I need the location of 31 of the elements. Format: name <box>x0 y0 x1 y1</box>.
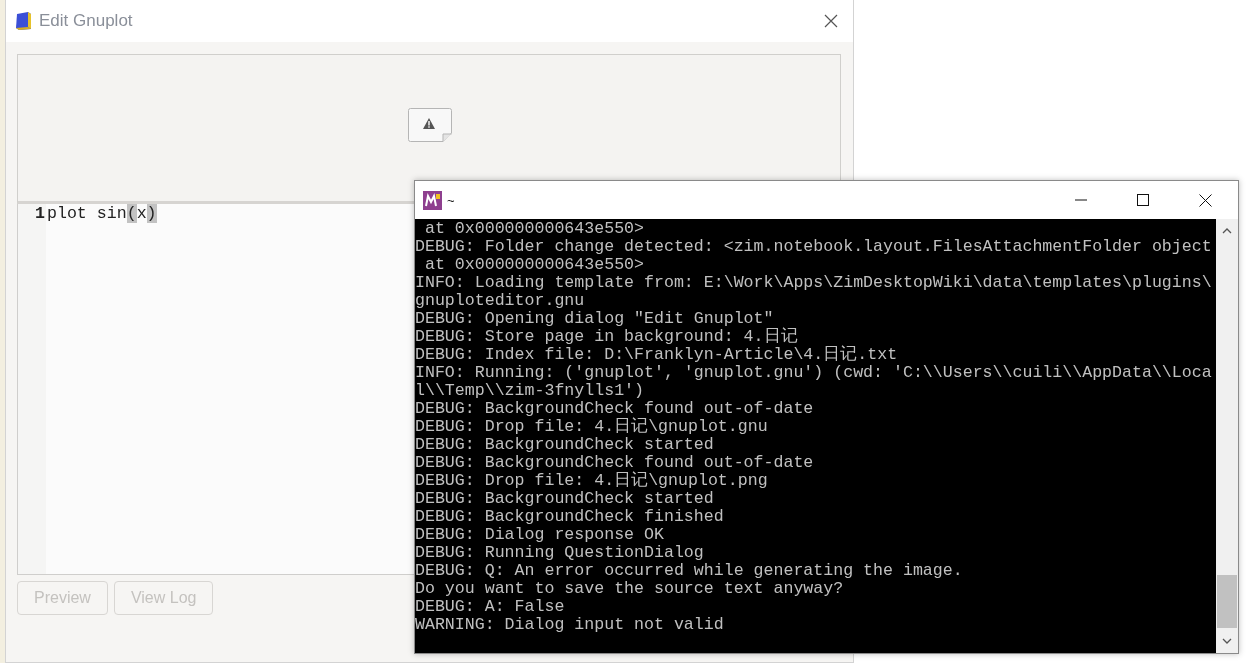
log-line: DEBUG: BackgroundCheck finished <box>415 508 724 526</box>
window-title: Edit Gnuplot <box>39 11 134 31</box>
log-line: at 0x000000000643e550> <box>423 220 645 238</box>
scroll-thumb[interactable] <box>1217 575 1237 628</box>
notebook-icon <box>15 11 33 31</box>
log-line: DEBUG: Dialog response OK <box>415 526 664 544</box>
terminal-app-icon <box>423 190 442 210</box>
close-icon[interactable] <box>824 14 838 28</box>
log-line: DEBUG: BackgroundCheck found out-of-date <box>415 400 814 418</box>
line-number: 1 <box>34 204 46 224</box>
log-line: DEBUG: BackgroundCheck found out-of-date <box>415 454 814 472</box>
log-line: gnuploteditor.gnu <box>415 292 585 310</box>
log-line: DEBUG: Drop file: 4.日记\gnuplot.gnu <box>415 418 768 436</box>
scrollbar[interactable] <box>1216 219 1238 653</box>
log-line: at 0x000000000643e550> <box>423 256 645 274</box>
log-line: DEBUG: Store page in background: 4.日记 <box>415 328 798 346</box>
log-line: DEBUG: Running QuestionDialog <box>415 544 704 562</box>
code-line: plot sin(x) <box>47 204 157 224</box>
log-line: DEBUG: BackgroundCheck started <box>415 436 714 454</box>
scroll-down-icon[interactable] <box>1222 638 1232 644</box>
log-line: WARNING: Dialog input not valid <box>415 616 724 634</box>
log-line: DEBUG: Opening dialog "Edit Gnuplot" <box>415 310 774 328</box>
log-line: DEBUG: Drop file: 4.日记\gnuplot.png <box>415 472 768 490</box>
log-line: DEBUG: BackgroundCheck started <box>415 490 714 508</box>
log-line: Do you want to save the source text anyway? <box>415 580 844 598</box>
scroll-up-icon[interactable] <box>1222 228 1232 234</box>
log-line: DEBUG: A: False <box>415 598 565 616</box>
maximize-icon[interactable] <box>1137 194 1149 206</box>
close-icon[interactable] <box>1199 193 1212 207</box>
broken-image-icon <box>406 107 453 143</box>
log-line: l\\Temp\\zim-3fnylls1') <box>415 382 645 400</box>
